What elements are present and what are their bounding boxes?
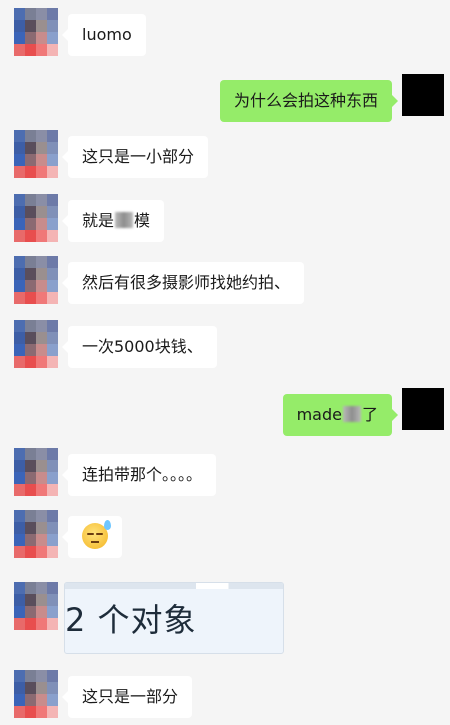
message-bubble[interactable]: 这只是一部分: [61, 676, 193, 718]
message-bubble[interactable]: made 了: [282, 394, 399, 436]
message-bubble[interactable]: 然后有很多摄影师找她约拍、: [61, 262, 305, 304]
contact-avatar[interactable]: [14, 582, 58, 630]
message-bubble[interactable]: 一次5000块钱、: [62, 326, 217, 368]
message-bubble[interactable]: 就是模: [61, 200, 165, 242]
message-text: 了: [361, 405, 378, 424]
contact-avatar[interactable]: [14, 194, 58, 242]
message-text: 一次5000块钱、: [82, 337, 203, 356]
message-bubble[interactable]: 连拍带那个。。。。: [61, 454, 217, 496]
contact-avatar[interactable]: [14, 510, 58, 558]
message-text: 模: [134, 211, 151, 230]
message-text: 这只是一小部分: [82, 147, 195, 166]
message-text: 这只是一部分: [82, 687, 179, 706]
contact-avatar[interactable]: [14, 670, 58, 718]
image-message[interactable]: 2 个对象: [64, 582, 284, 654]
message-text: made: [296, 405, 342, 424]
contact-avatar[interactable]: [14, 8, 58, 56]
message-text: 连拍带那个。。。。: [82, 465, 203, 484]
contact-avatar[interactable]: [14, 256, 58, 304]
sweat-smile-emoji-icon: [82, 519, 111, 549]
message-bubble[interactable]: 为什么会拍这种东西: [219, 80, 399, 122]
message-text: 然后有很多摄影师找她约拍、: [82, 273, 291, 292]
redacted-blur: [342, 406, 361, 422]
image-text: 2 个对象: [65, 601, 197, 639]
message-bubble[interactable]: luomo: [62, 14, 146, 56]
message-text: 为什么会拍这种东西: [233, 91, 378, 110]
contact-avatar[interactable]: [14, 130, 58, 178]
self-avatar[interactable]: [402, 388, 444, 430]
redacted-blur: [115, 212, 134, 228]
self-avatar[interactable]: [402, 74, 444, 116]
message-bubble[interactable]: [62, 516, 122, 558]
contact-avatar[interactable]: [14, 320, 58, 368]
message-text: luomo: [82, 25, 132, 44]
contact-avatar[interactable]: [14, 448, 58, 496]
message-text: 就是: [82, 211, 115, 230]
image-toolbar-strip: [65, 583, 283, 589]
message-bubble[interactable]: 这只是一小部分: [61, 136, 209, 178]
